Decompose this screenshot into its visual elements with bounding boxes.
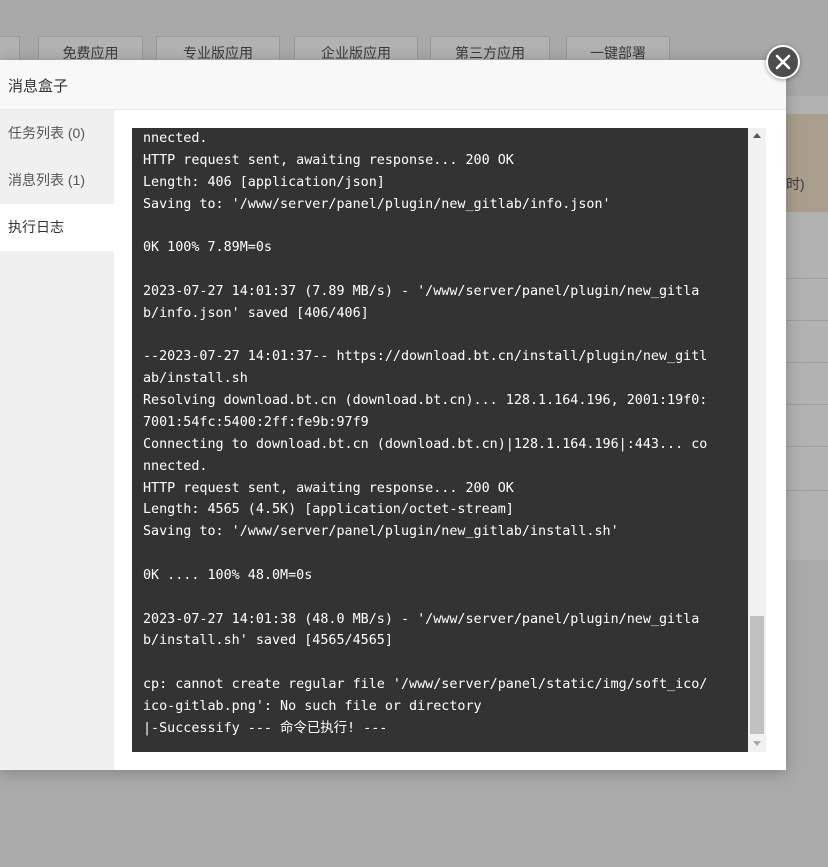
scroll-up-arrow-icon[interactable] xyxy=(753,133,761,138)
log-line: nnected. xyxy=(143,458,208,474)
log-line: 2023-07-27 14:01:37 (7.89 MB/s) - '/www/… xyxy=(143,283,700,299)
log-line: HTTP request sent, awaiting response... … xyxy=(143,152,514,168)
log-line: nnected. xyxy=(143,131,208,146)
scroll-down-arrow-icon[interactable] xyxy=(753,741,761,746)
log-line: 2023-07-27 14:01:38 (48.0 MB/s) - '/www/… xyxy=(143,611,700,627)
close-button[interactable] xyxy=(766,45,800,79)
log-line: 7001:54fc:5400:2ff:fe9b:97f9 xyxy=(143,414,369,430)
log-line: 0K 100% 7.89M=0s xyxy=(143,240,272,256)
sidebar-item-execution-log[interactable]: 执行日志 xyxy=(0,204,114,251)
modal-sidebar: 任务列表 (0) 消息列表 (1) 执行日志 xyxy=(0,110,114,770)
message-box-modal: 消息盒子 任务列表 (0) 消息列表 (1) 执行日志 nnected. HTTP… xyxy=(0,60,786,770)
log-line: ico-gitlab.png': No such file or directo… xyxy=(143,698,482,714)
log-line: cp: cannot create regular file '/www/ser… xyxy=(143,677,708,693)
log-line: Resolving download.bt.cn (download.bt.cn… xyxy=(143,393,708,409)
log-scrollbar[interactable] xyxy=(748,128,766,752)
log-line: --2023-07-27 14:01:37-- https://download… xyxy=(143,349,708,365)
log-line: b/info.json' saved [406/406] xyxy=(143,305,369,321)
close-icon xyxy=(775,54,791,70)
sidebar-item-message-list[interactable]: 消息列表 (1) xyxy=(0,157,114,204)
sidebar-item-task-list[interactable]: 任务列表 (0) xyxy=(0,110,114,157)
execution-log-console[interactable]: nnected. HTTP request sent, awaiting resp… xyxy=(132,128,748,752)
log-line: b/install.sh' saved [4565/4565] xyxy=(143,633,393,649)
modal-title: 消息盒子 xyxy=(8,78,69,95)
modal-header: 消息盒子 xyxy=(0,60,786,110)
log-line: Saving to: '/www/server/panel/plugin/new… xyxy=(143,524,619,540)
scrollbar-thumb[interactable] xyxy=(750,616,764,734)
log-line: 0K .... 100% 48.0M=0s xyxy=(143,567,313,583)
log-line: HTTP request sent, awaiting response... … xyxy=(143,480,514,496)
log-line: Connecting to download.bt.cn (download.b… xyxy=(143,436,708,452)
log-line: ab/install.sh xyxy=(143,371,248,387)
log-line: |-Successify --- 命令已执行! --- xyxy=(143,720,388,736)
log-output: nnected. HTTP request sent, awaiting resp… xyxy=(143,128,743,740)
log-line: Saving to: '/www/server/panel/plugin/new… xyxy=(143,196,611,212)
log-line: Length: 4565 (4.5K) [application/octet-s… xyxy=(143,502,514,518)
log-line: Length: 406 [application/json] xyxy=(143,174,385,190)
